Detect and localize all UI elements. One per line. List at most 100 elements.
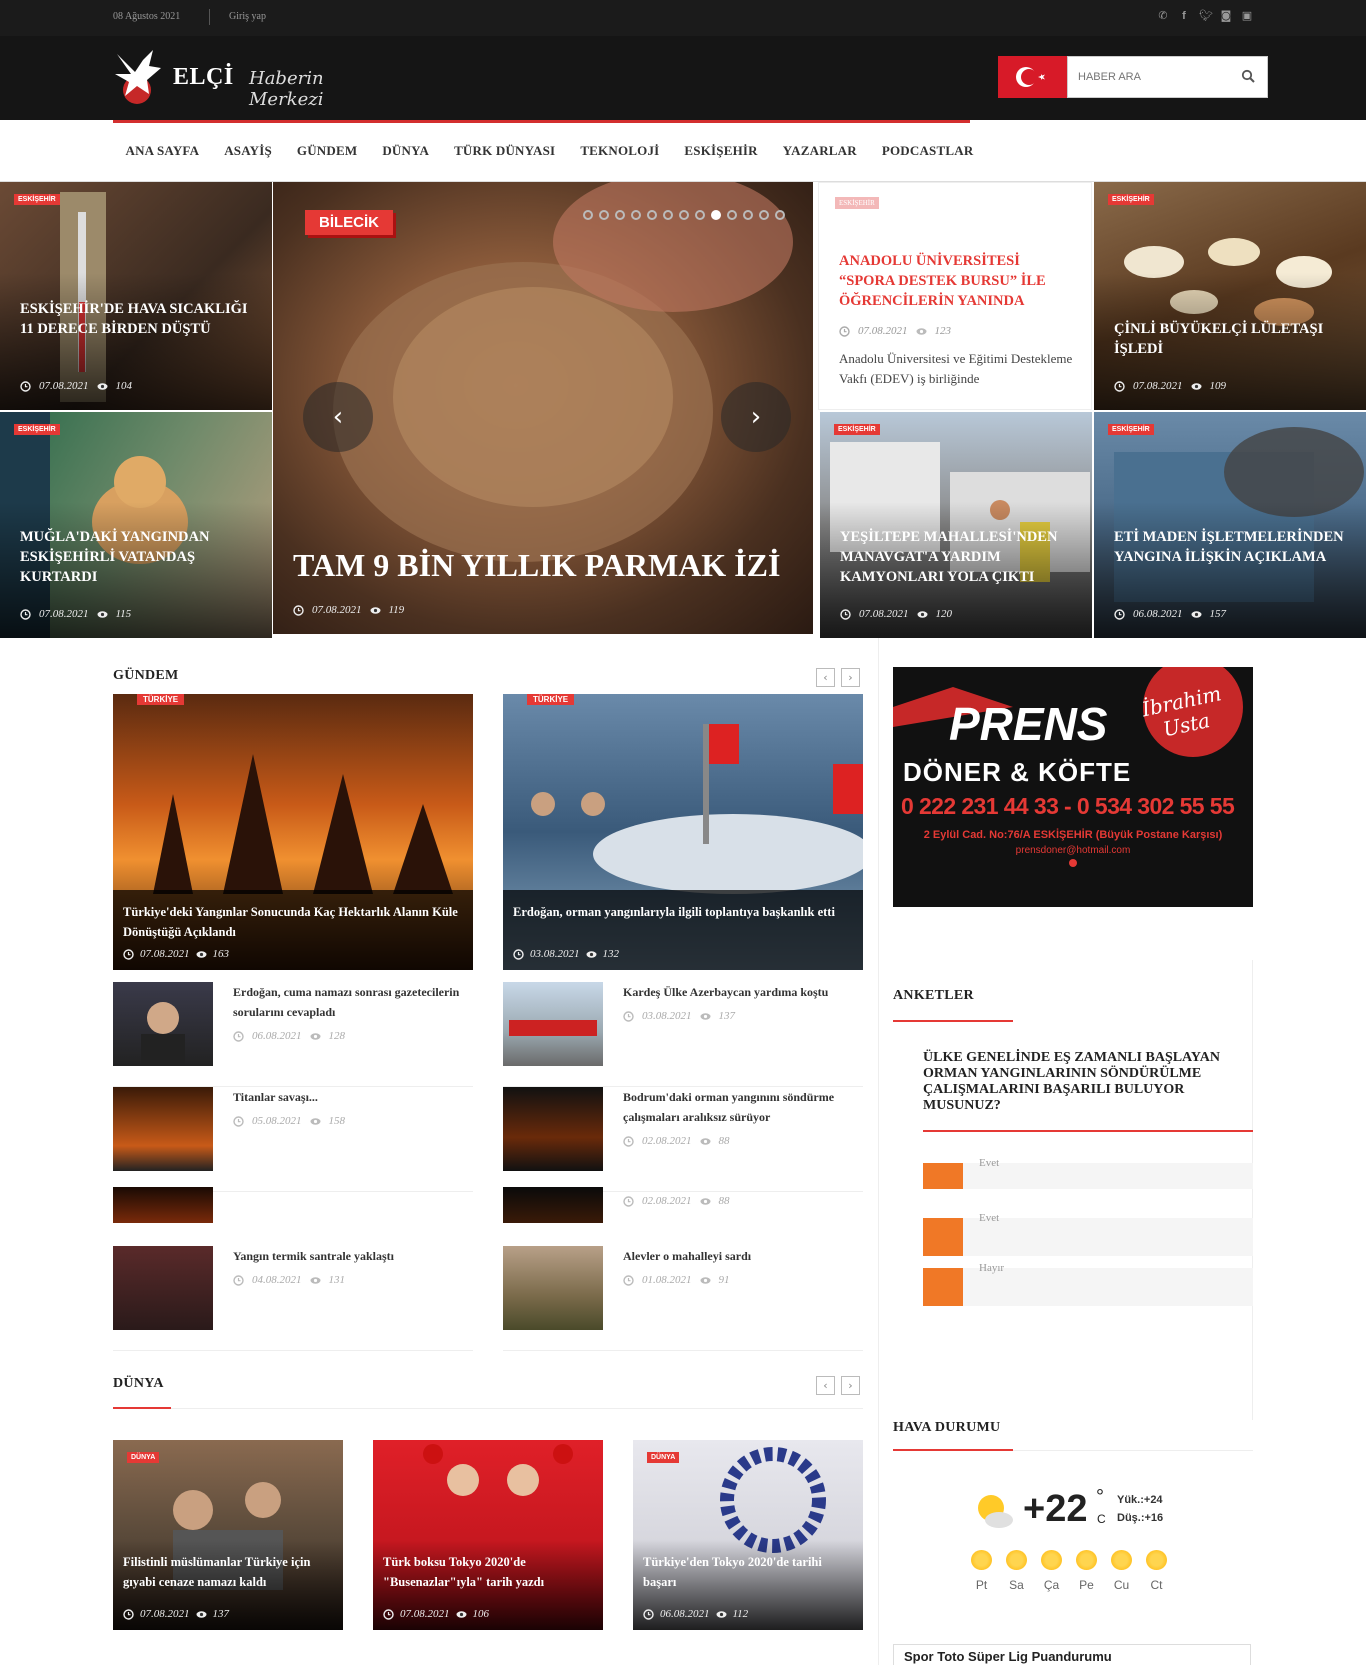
list-item[interactable]: Yangın termik santrale yaklaştı 04.08.20… <box>113 1246 473 1351</box>
item-meta: 04.08.2021 131 <box>233 1274 345 1286</box>
nav-item-dunya[interactable]: DÜNYA <box>370 143 442 159</box>
advertisement-banner[interactable]: PRENS İbrahim Usta DÖNER & KÖFTE 0 222 2… <box>893 667 1253 907</box>
slider-dot[interactable] <box>631 210 641 220</box>
eye-icon <box>917 610 927 618</box>
clock-icon <box>643 1608 654 1620</box>
category-badge: ESKİŞEHİR <box>14 194 60 205</box>
nav-item-turk-dunyasi[interactable]: TÜRK DÜNYASI <box>442 143 568 159</box>
tile-date: 07.08.2021 <box>1133 380 1183 392</box>
dunya-pager: ‹ › <box>816 1376 860 1395</box>
hero-tile[interactable]: ESKİŞEHİR ETİ MADEN İŞLETMELERİNDEN YANG… <box>1094 412 1366 638</box>
slider-dot[interactable] <box>695 210 705 220</box>
slider-dot[interactable] <box>775 210 785 220</box>
slider-dot[interactable] <box>583 210 593 220</box>
slider-dot[interactable] <box>759 210 769 220</box>
item-date: 01.08.2021 <box>642 1274 692 1286</box>
item-meta: 06.08.2021 128 <box>233 1030 345 1042</box>
instagram-icon[interactable]: ◙ <box>1220 9 1232 23</box>
chevron-left-icon[interactable]: ‹ <box>816 1376 835 1395</box>
item-title: Titanlar savaşı... <box>233 1090 318 1104</box>
youtube-icon[interactable]: ▣ <box>1241 9 1253 23</box>
tile-title: ESKİŞEHİR'DE HAVA SICAKLIĞI 11 DERECE Bİ… <box>20 301 248 337</box>
slider-dot[interactable] <box>679 210 689 220</box>
list-item[interactable]: Kardeş Ülke Azerbaycan yardıma koştu 03.… <box>503 982 863 1087</box>
site-logo[interactable]: ELÇİ Haberin Merkezi <box>113 46 358 110</box>
item-views: 128 <box>328 1030 346 1042</box>
category-badge: ESKİŞEHİR <box>1108 194 1154 205</box>
poll-option[interactable]: Evet <box>923 1157 1253 1189</box>
poll-question: ÜLKE GENELİNDE EŞ ZAMANLI BAŞLAYAN ORMAN… <box>923 1050 1253 1132</box>
login-link[interactable]: Giriş yap <box>229 11 266 22</box>
slider-dot[interactable] <box>711 210 721 220</box>
search-icon[interactable] <box>1241 69 1255 83</box>
poll-option[interactable]: Evet <box>923 1212 1253 1256</box>
card-excerpt: Anadolu Üniversitesi ve Eğitimi Destekle… <box>839 351 1073 386</box>
card-caption: Türkiye'deki Yangınlar Sonucunda Kaç Hek… <box>113 890 473 970</box>
slider-dot[interactable] <box>727 210 737 220</box>
chevron-left-icon[interactable]: ‹ <box>816 668 835 687</box>
gundem-featured-card[interactable]: TÜRKİYE Türkiye'deki Yangınlar Sonucunda… <box>113 694 473 970</box>
poll-option-label: Evet <box>979 1157 1000 1169</box>
clock-icon <box>293 604 304 616</box>
nav-item-asayis[interactable]: ASAYİŞ <box>212 143 285 159</box>
sun-icon <box>1111 1550 1132 1570</box>
gundem-featured-card[interactable]: TÜRKİYE Erdoğan, orman yangınlarıyla ilg… <box>503 694 863 970</box>
facebook-icon[interactable]: f <box>1178 9 1190 23</box>
list-item[interactable]: Bodrum'daki orman yangınını söndürme çal… <box>503 1087 863 1192</box>
item-views: 158 <box>328 1115 346 1127</box>
clock-icon <box>20 608 31 620</box>
nav-item-eskisehir[interactable]: ESKİŞEHİR <box>672 143 770 159</box>
clock-icon <box>233 1030 244 1042</box>
slider-dot[interactable] <box>663 210 673 220</box>
card-title: ANADOLU ÜNİVERSİTESİ “SPORA DESTEK BURSU… <box>839 253 1046 309</box>
hero-text-card[interactable]: ESKİŞEHİR ANADOLU ÜNİVERSİTESİ “SPORA DE… <box>818 182 1092 410</box>
slider-dot[interactable] <box>647 210 657 220</box>
nav-item-gundem[interactable]: GÜNDEM <box>284 143 369 159</box>
item-date: 05.08.2021 <box>252 1115 302 1127</box>
weather-title: HAVA DURUMU <box>893 1420 1001 1435</box>
clock-icon <box>233 1115 244 1127</box>
hero-tile[interactable]: ESKİŞEHİR YEŞİLTEPE MAHALLESİ'NDEN MANAV… <box>820 412 1092 638</box>
main-slider[interactable]: BİLECİK ‹ › TAM 9 BİN YILLIK PARMAK İZİ … <box>273 182 813 634</box>
card-meta: 03.08.2021 132 <box>513 948 619 960</box>
poll-option[interactable]: Hayır <box>923 1262 1253 1306</box>
tile-title: ETİ MADEN İŞLETMELERİNDEN YANGINA İLİŞKİ… <box>1114 529 1344 565</box>
slider-dot[interactable] <box>599 210 609 220</box>
league-table-widget: Spor Toto Süper Lig Puandurumu <box>893 1644 1251 1665</box>
search-input[interactable] <box>1068 57 1228 97</box>
clock-icon <box>383 1608 394 1620</box>
hero-tile[interactable]: ESKİŞEHİR ÇİNLİ BÜYÜKELÇİ LÜLETAŞI İŞLED… <box>1094 182 1366 410</box>
chevron-right-icon[interactable]: › <box>841 668 860 687</box>
list-item[interactable] <box>113 1187 473 1241</box>
list-item[interactable]: 02.08.2021 88 <box>503 1187 863 1241</box>
slider-next-button[interactable]: › <box>721 382 791 452</box>
slider-prev-button[interactable]: ‹ <box>303 382 373 452</box>
hero-grid: ESKİŞEHİR ESKİŞEHİR'DE HAVA SICAKLIĞI 11… <box>0 182 1366 638</box>
whatsapp-icon[interactable]: ✆ <box>1157 9 1169 23</box>
clock-icon <box>20 380 31 392</box>
hero-tile[interactable]: ESKİŞEHİR MUĞLA'DAKİ YANGINDAN ESKİŞEHİR… <box>0 412 272 638</box>
chevron-right-icon[interactable]: › <box>841 1376 860 1395</box>
hero-tile[interactable]: ESKİŞEHİR ESKİŞEHİR'DE HAVA SICAKLIĞI 11… <box>0 182 272 410</box>
slider-dot[interactable] <box>743 210 753 220</box>
nav-item-yazarlar[interactable]: YAZARLAR <box>770 143 869 159</box>
eye-icon <box>716 1610 726 1618</box>
tile-views: 120 <box>935 608 953 620</box>
tile-views: 104 <box>115 380 133 392</box>
list-item[interactable]: Erdoğan, cuma namazı sonrası gazeteciler… <box>113 982 473 1087</box>
dunya-card[interactable]: DÜNYA Filistinli müslümanlar Türkiye içi… <box>113 1440 343 1630</box>
slider-title: TAM 9 BİN YILLIK PARMAK İZİ <box>293 547 781 583</box>
social-links: ✆ f 🐦︎ ◙ ▣ <box>1157 9 1253 23</box>
item-title: Yangın termik santrale yaklaştı <box>233 1249 395 1263</box>
weather-temp: +22 <box>1023 1488 1088 1530</box>
list-item[interactable]: Titanlar savaşı... 05.08.2021 158 <box>113 1087 473 1192</box>
dunya-card[interactable]: Türk boksu Tokyo 2020'de "Busenazlar"ıyl… <box>373 1440 603 1630</box>
nav-item-ana-sayfa[interactable]: ANA SAYFA <box>113 143 212 159</box>
twitter-icon[interactable]: 🐦︎ <box>1199 9 1213 23</box>
nav-item-teknoloji[interactable]: TEKNOLOJİ <box>568 143 672 159</box>
eye-icon <box>97 610 107 618</box>
dunya-card[interactable]: DÜNYA Türkiye'den Tokyo 2020'de tarihi b… <box>633 1440 863 1630</box>
list-item[interactable]: Alevler o mahalleyi sardı 01.08.2021 91 <box>503 1246 863 1351</box>
nav-item-podcastlar[interactable]: PODCASTLAR <box>869 143 986 159</box>
slider-dot[interactable] <box>615 210 625 220</box>
